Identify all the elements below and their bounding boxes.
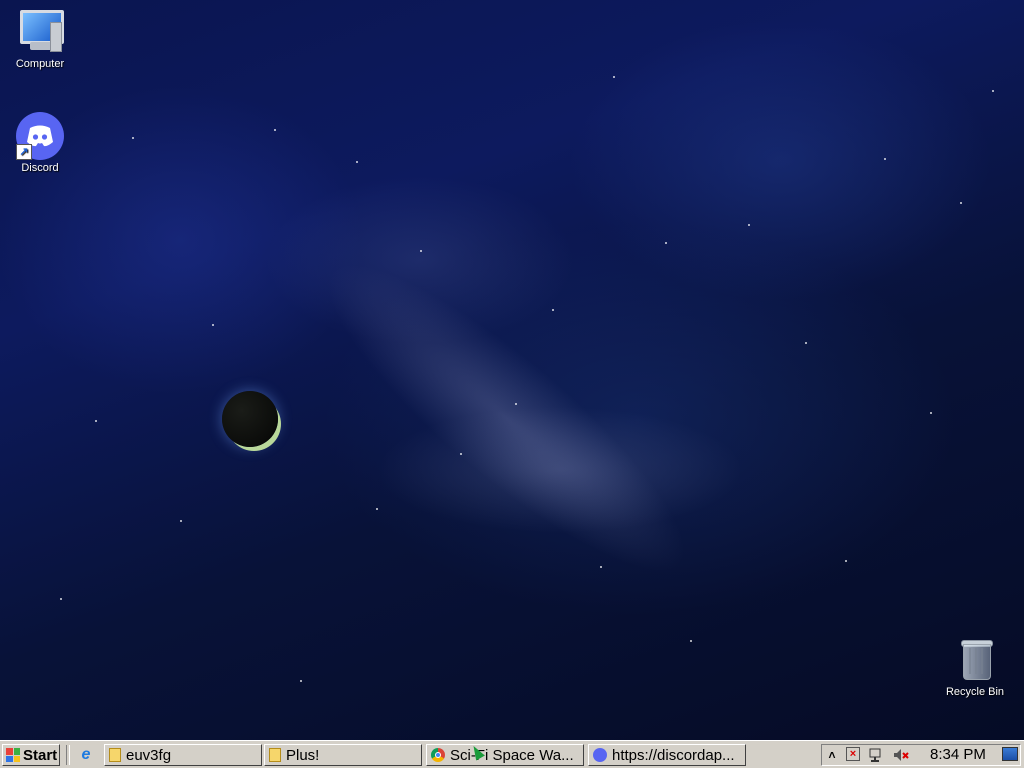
action-center-flag-icon[interactable]: × [846, 747, 860, 761]
star [665, 242, 667, 244]
volume-muted-icon[interactable] [892, 747, 910, 763]
start-button[interactable]: Start [2, 744, 60, 766]
start-label: Start [23, 746, 58, 764]
recycle-bin-icon [951, 636, 999, 684]
star [930, 412, 932, 414]
discord-icon: ↗ [16, 112, 64, 160]
star [960, 202, 962, 204]
star [274, 129, 276, 131]
star [748, 224, 750, 226]
desktop-icon-label: Discord [21, 162, 59, 174]
star [60, 598, 62, 600]
taskbar-button-label: Plus! [286, 746, 320, 764]
star [300, 680, 302, 682]
star [613, 76, 615, 78]
star [992, 90, 994, 92]
star [600, 566, 602, 568]
internet-explorer-icon[interactable]: e [77, 746, 95, 764]
taskbar-button-label: euv3fg [126, 746, 172, 764]
star [212, 324, 214, 326]
desktop-icon-discord[interactable]: ↗ Discord [0, 112, 80, 174]
star [132, 137, 134, 139]
star [515, 403, 517, 405]
system-tray: ˄ × 8:34 PM [821, 744, 1021, 766]
star [180, 520, 182, 522]
desktop: Computer ↗ Discord Recycle Bin [0, 0, 1024, 740]
taskbar-button-plus[interactable]: Plus! [264, 744, 422, 766]
star [690, 640, 692, 642]
star [95, 420, 97, 422]
planet [222, 391, 278, 447]
desktop-icon-recycle-bin[interactable]: Recycle Bin [935, 636, 1015, 698]
clock[interactable]: 8:34 PM [930, 746, 986, 764]
folder-icon [269, 748, 281, 762]
desktop-icon-computer[interactable]: Computer [0, 8, 80, 70]
windows-logo-icon [6, 748, 20, 762]
chrome-icon [431, 748, 445, 762]
star [805, 342, 807, 344]
quick-launch-separator [66, 745, 70, 765]
folder-icon [109, 748, 121, 762]
taskbar-button-discord[interactable]: https://discordap... [588, 744, 746, 766]
star [845, 560, 847, 562]
desktop-icon-label: Computer [15, 58, 65, 70]
star [552, 309, 554, 311]
taskbar: Start e euv3fg Plus! Sci-Fi Space Wa... … [0, 740, 1024, 768]
show-hidden-icons-button[interactable]: ˄ [826, 747, 838, 763]
show-desktop-icon[interactable] [1002, 747, 1018, 761]
taskbar-button-euv3fg[interactable]: euv3fg [104, 744, 262, 766]
shortcut-arrow-icon: ↗ [16, 144, 32, 160]
computer-icon [16, 8, 64, 56]
star [420, 250, 422, 252]
taskbar-button-chrome[interactable]: Sci-Fi Space Wa... [426, 744, 584, 766]
discord-icon [593, 748, 607, 762]
desktop-icon-label: Recycle Bin [945, 686, 1005, 698]
taskbar-button-label: https://discordap... [612, 746, 735, 764]
milky-way-band [291, 224, 721, 612]
star [460, 453, 462, 455]
network-icon[interactable] [868, 747, 884, 763]
star [376, 508, 378, 510]
star [884, 158, 886, 160]
star [356, 161, 358, 163]
